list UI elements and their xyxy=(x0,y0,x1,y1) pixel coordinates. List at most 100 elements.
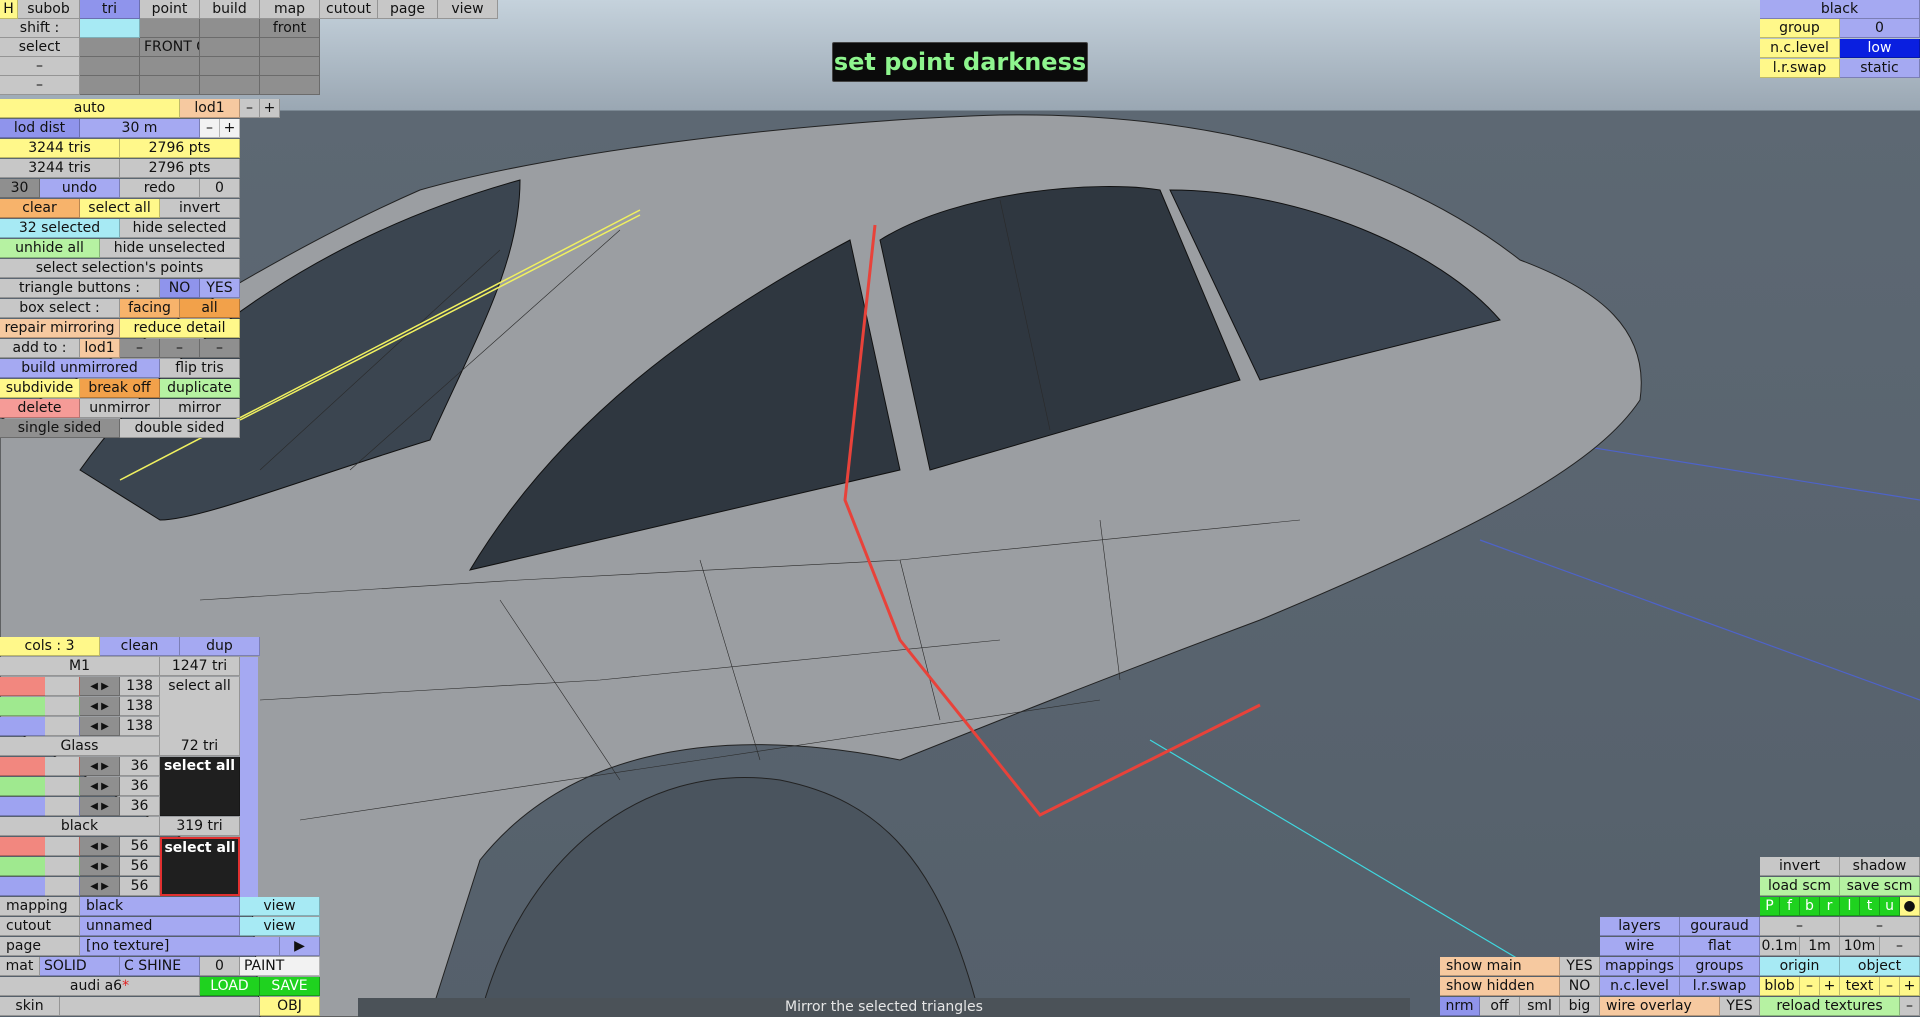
hide-unselected-button[interactable]: hide unselected xyxy=(100,239,240,258)
lod-dist-plus[interactable]: + xyxy=(220,119,240,138)
blue-arrows[interactable]: ◀ ▶ xyxy=(80,877,120,896)
wire-overlay-value[interactable]: YES xyxy=(1720,997,1760,1016)
dup-button[interactable]: dup xyxy=(180,637,260,656)
save-scm-button[interactable]: save scm xyxy=(1840,877,1920,896)
reload-dash[interactable]: – xyxy=(1900,997,1920,1016)
single-sided-button[interactable]: single sided xyxy=(0,419,120,438)
wire-button[interactable]: wire xyxy=(1600,937,1680,956)
cutout-tab[interactable]: cutout xyxy=(320,0,378,19)
invert-view-button[interactable]: invert xyxy=(1760,857,1840,876)
nclevel-value[interactable]: low xyxy=(1840,39,1920,58)
layer-dash-a[interactable]: – xyxy=(1760,917,1840,936)
point-tab[interactable]: point xyxy=(140,0,200,19)
save-button[interactable]: SAVE xyxy=(260,977,320,996)
lrswap-view-button[interactable]: l.r.swap xyxy=(1680,977,1760,996)
green-arrows[interactable]: ◀ ▶ xyxy=(80,697,120,716)
view-u-button[interactable]: u xyxy=(1880,897,1900,916)
mappings-button[interactable]: mappings xyxy=(1600,957,1680,976)
view-f-button[interactable]: f xyxy=(1780,897,1800,916)
blob-button[interactable]: blob xyxy=(1760,977,1800,996)
gouraud-button[interactable]: gouraud xyxy=(1680,917,1760,936)
show-hidden-value[interactable]: NO xyxy=(1560,977,1600,996)
green-arrows[interactable]: ◀ ▶ xyxy=(80,857,120,876)
lod-minus-button[interactable]: – xyxy=(240,99,260,118)
select-slot-1[interactable] xyxy=(80,38,140,57)
lod-dist-minus[interactable]: – xyxy=(200,119,220,138)
green-slider[interactable] xyxy=(0,697,80,716)
solid-button[interactable]: SOLID xyxy=(40,957,120,976)
view-dot-icon[interactable]: ● xyxy=(1900,897,1920,916)
add-to-lod1[interactable]: lod1 xyxy=(80,339,120,358)
red-slider[interactable] xyxy=(0,677,80,696)
off-button[interactable]: off xyxy=(1480,997,1520,1016)
redo-button[interactable]: redo xyxy=(120,179,200,198)
group-value[interactable]: 0 xyxy=(1840,19,1920,38)
front-button[interactable]: front xyxy=(260,19,320,38)
lod1-button[interactable]: lod1 xyxy=(180,99,240,118)
blue-slider[interactable] xyxy=(0,717,80,736)
material-name[interactable]: black xyxy=(0,817,160,836)
material-select-all-button[interactable]: select all xyxy=(160,837,240,896)
object-button[interactable]: object xyxy=(1840,957,1920,976)
build-unmirrored-button[interactable]: build unmirrored xyxy=(0,359,160,378)
red-slider[interactable] xyxy=(0,837,80,856)
3d-viewport[interactable] xyxy=(0,0,1920,1017)
repair-mirroring-button[interactable]: repair mirroring xyxy=(0,319,120,338)
view-p-button[interactable]: P xyxy=(1760,897,1780,916)
c-shine-button[interactable]: C SHINE xyxy=(120,957,200,976)
scale-0-1m[interactable]: 0.1m xyxy=(1760,937,1800,956)
duplicate-button[interactable]: duplicate xyxy=(160,379,240,398)
select-selection-points-button[interactable]: select selection's points xyxy=(0,259,240,278)
load-button[interactable]: LOAD xyxy=(200,977,260,996)
origin-button[interactable]: origin xyxy=(1760,957,1840,976)
lod-dist-value[interactable]: 30 m xyxy=(80,119,200,138)
shift-slot[interactable] xyxy=(80,19,140,38)
materials-scrollbar[interactable] xyxy=(240,657,258,897)
triangle-buttons-yes[interactable]: YES xyxy=(200,279,240,298)
paint-button[interactable]: PAINT xyxy=(240,957,320,976)
text-button[interactable]: text xyxy=(1840,977,1880,996)
blue-arrows[interactable]: ◀ ▶ xyxy=(80,717,120,736)
reload-textures-button[interactable]: reload textures xyxy=(1760,997,1900,1016)
triangle-buttons-no[interactable]: NO xyxy=(160,279,200,298)
view-tab[interactable]: view xyxy=(438,0,498,19)
mapping-view-button[interactable]: view xyxy=(240,897,320,916)
unhide-all-button[interactable]: unhide all xyxy=(0,239,100,258)
cols-label[interactable]: cols : 3 xyxy=(0,637,100,656)
row4-slot-3[interactable] xyxy=(200,57,260,76)
shadow-button[interactable]: shadow xyxy=(1840,857,1920,876)
lrswap-value[interactable]: static xyxy=(1840,59,1920,78)
mapping-value[interactable]: black xyxy=(80,897,240,916)
row4-slot-4[interactable] xyxy=(260,57,320,76)
skin-value[interactable] xyxy=(60,997,260,1016)
front-g-button[interactable]: FRONT G xyxy=(140,38,200,57)
box-select-facing[interactable]: facing xyxy=(120,299,180,318)
shift-slot-2[interactable] xyxy=(140,19,200,38)
box-select-all[interactable]: all xyxy=(180,299,240,318)
obj-button[interactable]: OBJ xyxy=(260,997,320,1016)
invert-button[interactable]: invert xyxy=(160,199,240,218)
view-l-button[interactable]: l xyxy=(1840,897,1860,916)
row4-slot-2[interactable] xyxy=(140,57,200,76)
h-button[interactable]: H xyxy=(0,0,18,19)
select-slot-4[interactable] xyxy=(260,38,320,57)
red-arrows[interactable]: ◀ ▶ xyxy=(80,677,120,696)
groups-button[interactable]: groups xyxy=(1680,957,1760,976)
cutout-value[interactable]: unnamed xyxy=(80,917,240,936)
mirror-button[interactable]: mirror xyxy=(160,399,240,418)
load-scm-button[interactable]: load scm xyxy=(1760,877,1840,896)
view-t-button[interactable]: t xyxy=(1860,897,1880,916)
row5-slot-2[interactable] xyxy=(140,76,200,95)
add-to-slot-2[interactable]: – xyxy=(160,339,200,358)
layer-dash-b[interactable]: – xyxy=(1840,917,1920,936)
page-value[interactable]: [no texture] xyxy=(80,937,280,956)
red-arrows[interactable]: ◀ ▶ xyxy=(80,757,120,776)
row4-dash[interactable]: – xyxy=(0,57,80,76)
nclevel-view-button[interactable]: n.c.level xyxy=(1600,977,1680,996)
row5-slot-3[interactable] xyxy=(200,76,260,95)
big-button[interactable]: big xyxy=(1560,997,1600,1016)
green-slider[interactable] xyxy=(0,777,80,796)
hide-selected-button[interactable]: hide selected xyxy=(120,219,240,238)
add-to-slot-3[interactable]: – xyxy=(200,339,240,358)
page-tab[interactable]: page xyxy=(378,0,438,19)
